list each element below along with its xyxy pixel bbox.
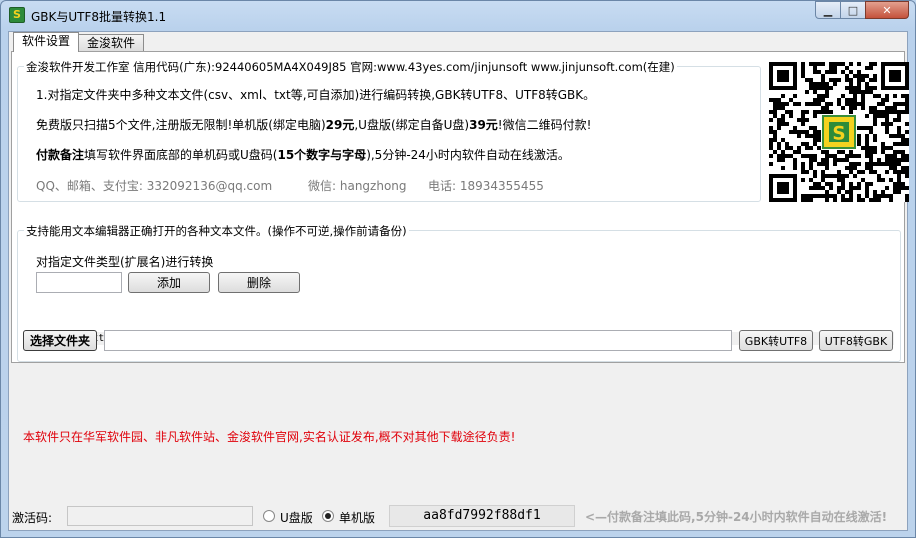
- usb-version-label[interactable]: U盘版: [280, 509, 313, 526]
- pc-version-radio[interactable]: [322, 510, 334, 522]
- folder-path-input[interactable]: [104, 330, 732, 351]
- payment-note-text: 付款备注填写软件界面底部的单机码或U盘码(15个数字与字母),5分钟-24小时内…: [36, 146, 570, 163]
- tab-jinjun[interactable]: 金浚软件: [78, 34, 145, 52]
- tab-settings[interactable]: 软件设置: [13, 32, 80, 52]
- extension-input[interactable]: [36, 272, 122, 293]
- window-controls: ▁ □ ✕: [815, 1, 909, 21]
- download-notice: 本软件只在华军软件园、非凡软件站、金浚软件官网,实名认证发布,概不对其他下载途径…: [23, 430, 516, 444]
- wechat-qr-code: S: [769, 62, 909, 202]
- client-area: 软件设置 金浚软件 金浚软件开发工作室 信用代码(广东):92440605MA4…: [8, 31, 909, 531]
- close-icon: ✕: [882, 3, 892, 17]
- info-group: 金浚软件开发工作室 信用代码(广东):92440605MA4X049J85 官网…: [17, 59, 761, 202]
- contact-phone: 电话: 18934355455: [428, 179, 544, 193]
- delete-extension-button[interactable]: 删除: [218, 272, 300, 293]
- maximize-icon: □: [847, 3, 859, 17]
- svg-text:S: S: [832, 124, 845, 145]
- minimize-button[interactable]: ▁: [815, 1, 841, 19]
- utf8-to-gbk-button[interactable]: UTF8转GBK: [819, 330, 893, 351]
- title-bar[interactable]: S GBK与UTF8批量转换1.1 ▁ □ ✕: [1, 1, 915, 31]
- activation-code-input[interactable]: [67, 506, 253, 526]
- price-pc: 29元: [325, 118, 355, 132]
- gbk-to-utf8-button[interactable]: GBK转UTF8: [739, 330, 813, 351]
- contact-qq: QQ、邮箱、支付宝: 332092136@qq.com: [36, 179, 273, 193]
- minimize-icon: ▁: [823, 3, 833, 17]
- settings-panel: 金浚软件开发工作室 信用代码(广东):92440605MA4X049J85 官网…: [11, 51, 909, 363]
- file-types-legend: 支持能用文本编辑器正确打开的各种文本文件。(操作不可逆,操作前请备份): [24, 223, 409, 239]
- pricing-text-b: ,U盘版(绑定自备U盘): [354, 118, 470, 132]
- filter-label: 对指定文件类型(扩展名)进行转换: [36, 255, 214, 269]
- window-title: GBK与UTF8批量转换1.1: [31, 10, 167, 24]
- machine-code[interactable]: aa8fd7992f88df1: [389, 505, 575, 527]
- pricing-text-a: 免费版只扫描5个文件,注册版无限制!单机版(绑定电脑): [36, 118, 326, 132]
- activation-bar: 激活码: U盘版 单机版 aa8fd7992f88df1 <—付款备注填此码,5…: [9, 502, 907, 530]
- qr-logo-icon: S: [821, 114, 857, 150]
- app-window: S GBK与UTF8批量转换1.1 ▁ □ ✕ 软件设置 金浚软件 金浚软件开发…: [0, 0, 916, 538]
- usb-version-radio[interactable]: [263, 510, 275, 522]
- price-usb: 39元: [469, 118, 498, 132]
- payment-note-a: 填写软件界面底部的单机码或U盘码(: [84, 148, 278, 162]
- payment-note-emph: 15个数字与字母: [277, 148, 367, 162]
- payment-hint: <—付款备注填此码,5分钟-24小时内软件自动在线激活!: [585, 510, 888, 524]
- close-button[interactable]: ✕: [865, 1, 909, 19]
- select-folder-button[interactable]: 选择文件夹: [23, 330, 97, 351]
- pc-version-label[interactable]: 单机版: [339, 509, 375, 526]
- add-extension-button[interactable]: 添加: [128, 272, 210, 293]
- maximize-button[interactable]: □: [840, 1, 866, 19]
- activation-label: 激活码:: [12, 511, 53, 525]
- pricing-text-c: !微信二维码付款!: [497, 118, 592, 132]
- payment-note-label: 付款备注: [36, 148, 85, 162]
- feature-description: 1.对指定文件夹中多种文本文件(csv、xml、txt等,可自添加)进行编码转换…: [36, 88, 596, 102]
- payment-note-b: ),5分钟-24小时内软件自动在线激活。: [366, 148, 570, 162]
- contact-wechat: 微信: hangzhong: [308, 179, 407, 193]
- tab-strip: 软件设置 金浚软件: [13, 32, 145, 52]
- pricing-text: 免费版只扫描5个文件,注册版无限制!单机版(绑定电脑)29元,U盘版(绑定自备U…: [36, 116, 591, 133]
- app-logo-icon: S: [9, 7, 25, 23]
- company-info-legend: 金浚软件开发工作室 信用代码(广东):92440605MA4X049J85 官网…: [24, 59, 677, 75]
